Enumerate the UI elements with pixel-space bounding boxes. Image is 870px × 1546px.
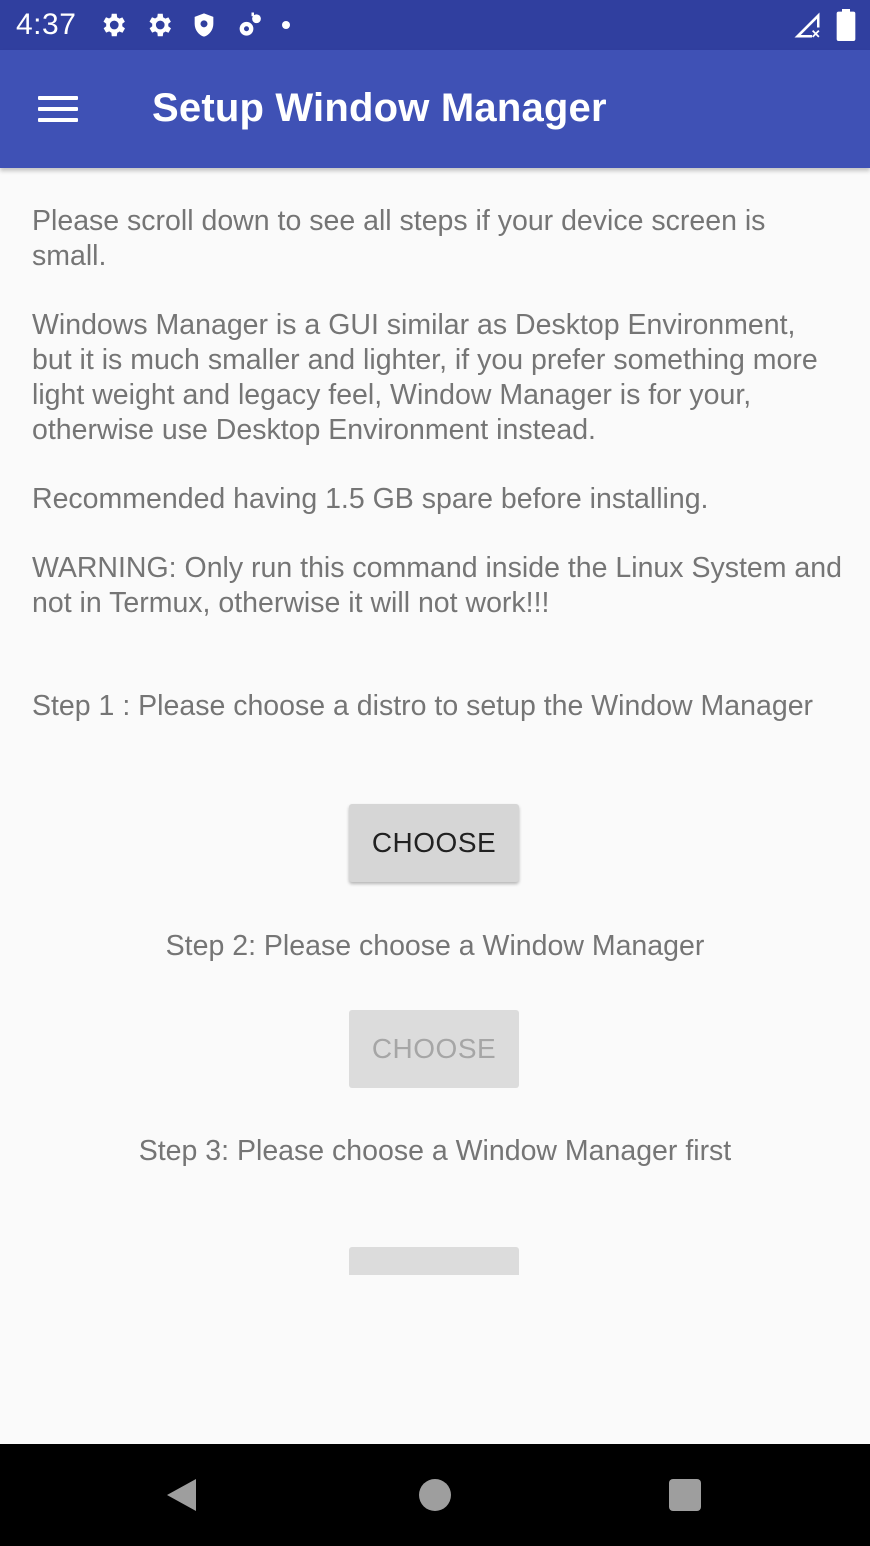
signal-icon: [794, 12, 820, 38]
navigation-bar: [0, 1444, 870, 1546]
app-bar: Setup Window Manager: [0, 50, 870, 168]
settings-icon: [103, 13, 125, 37]
step-3-button[interactable]: [349, 1247, 519, 1275]
choose-distro-button[interactable]: CHOOSE: [349, 804, 519, 882]
home-icon[interactable]: [419, 1479, 451, 1511]
choose-window-manager-button[interactable]: CHOOSE: [349, 1010, 519, 1088]
hamburger-menu-icon[interactable]: [30, 86, 88, 132]
recommendation-text: Recommended having 1.5 GB spare before i…: [32, 483, 709, 515]
recents-icon[interactable]: [669, 1479, 701, 1511]
settings-icon: [149, 13, 171, 37]
battery-icon: [836, 9, 856, 41]
status-bar: 4:37: [0, 0, 870, 50]
warning-text: WARNING: Only run this command inside th…: [32, 552, 842, 619]
step-1-label: Step 1 : Please choose a distro to setup…: [32, 690, 814, 722]
dot-icon: [282, 21, 290, 29]
scroll-hint-text: Please scroll down to see all steps if y…: [32, 205, 766, 272]
system-icons: [792, 9, 856, 41]
shield-icon: [194, 13, 214, 37]
step-2-label: Step 2: Please choose a Window Manager: [165, 930, 705, 962]
step-3-label: Step 3: Please choose a Window Manager f…: [138, 1135, 732, 1167]
page-title: Setup Window Manager: [152, 86, 607, 130]
status-time: 4:37: [16, 8, 77, 41]
description-text: Windows Manager is a GUI similar as Desk…: [32, 309, 818, 446]
notification-icons: [98, 10, 292, 40]
intro-text: Please scroll down to see all steps if y…: [32, 204, 842, 655]
settings-alert-icon: [239, 12, 261, 36]
back-icon[interactable]: [164, 1477, 198, 1513]
